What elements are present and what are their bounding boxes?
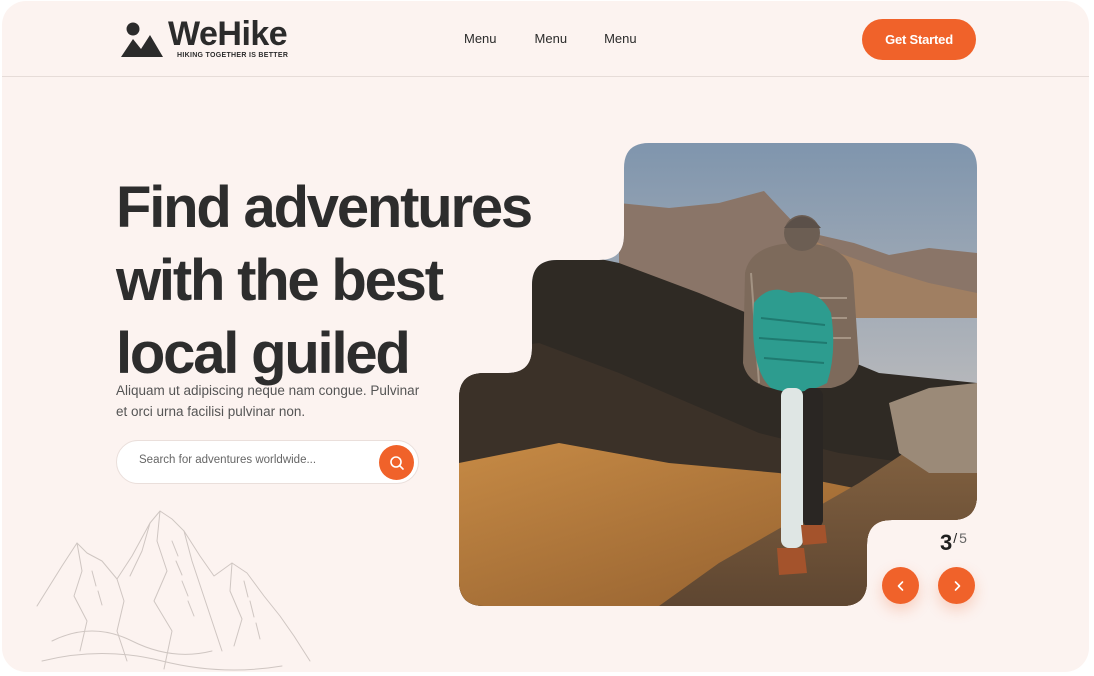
search-icon	[389, 455, 404, 470]
page-frame: WeHike HIKING TOGETHER IS BETTER Menu Me…	[2, 1, 1089, 672]
main-nav: Menu Menu Menu	[464, 31, 637, 46]
nav-menu-1[interactable]: Menu	[464, 31, 497, 46]
logo-text: WeHike HIKING TOGETHER IS BETTER	[168, 17, 288, 60]
brand-name: WeHike	[168, 15, 288, 53]
next-slide-button[interactable]	[938, 567, 975, 604]
brand-logo[interactable]: WeHike HIKING TOGETHER IS BETTER	[120, 17, 288, 60]
top-navigation-bar: WeHike HIKING TOGETHER IS BETTER Menu Me…	[2, 1, 1089, 77]
search-button[interactable]	[379, 445, 414, 480]
slide-current-number: 3	[940, 530, 953, 555]
search-bar	[116, 440, 419, 484]
prev-slide-button[interactable]	[882, 567, 919, 604]
hero-hiker-photo	[459, 143, 977, 606]
get-started-button[interactable]: Get Started	[862, 19, 976, 60]
brand-tagline: HIKING TOGETHER IS BETTER	[177, 52, 289, 59]
slide-total-number: 5	[959, 530, 967, 546]
nav-menu-2[interactable]: Menu	[535, 31, 568, 46]
slide-counter: 3 / 5	[940, 529, 967, 557]
mountain-person-logo-icon	[121, 22, 163, 57]
slide-separator: /	[953, 530, 958, 546]
chevron-left-icon	[897, 580, 903, 591]
search-input[interactable]	[137, 453, 361, 467]
mountain-sketch-illustration	[36, 510, 311, 671]
chevron-right-icon	[954, 580, 960, 591]
nav-menu-3[interactable]: Menu	[604, 31, 637, 46]
hero-subtitle: Aliquam ut adipiscing neque nam congue. …	[116, 383, 420, 419]
